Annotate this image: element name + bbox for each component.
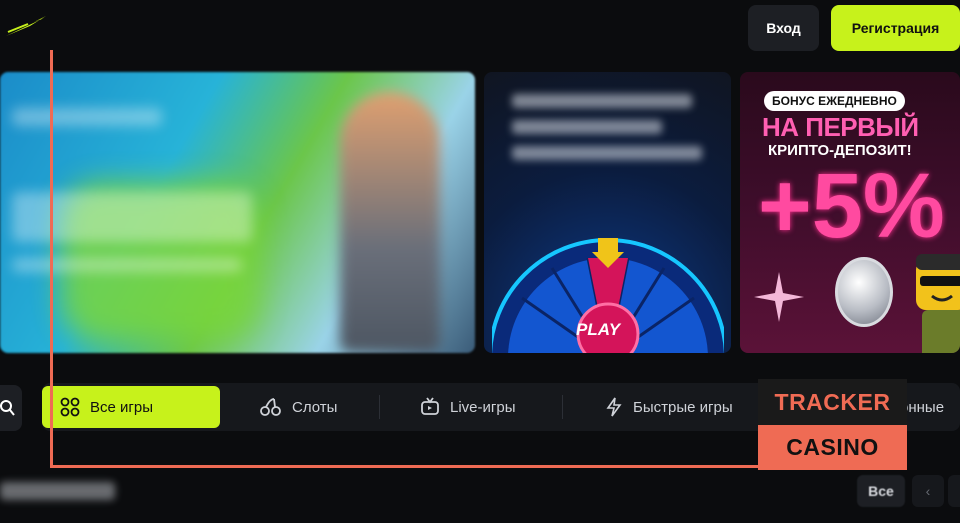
tab-label: Быстрые игры [633,398,733,416]
promo-banner-crypto[interactable]: БОНУС ЕЖЕДНЕВНО НА ПЕРВЫЙ КРИПТО-ДЕПОЗИТ… [740,72,960,353]
prev-button[interactable]: ‹ [912,475,944,507]
grid-icon [60,397,80,417]
tab-label: Слоты [292,398,338,416]
tab-label: Live-игры [450,398,516,416]
watermark-tracker: TRACKER [758,379,907,425]
banner-blurred-text [12,108,162,126]
banner-person-image [340,92,440,352]
logo-icon[interactable] [4,12,48,40]
promo-headline: НА ПЕРВЫЙ [762,112,919,142]
tab-divider [562,395,563,419]
watermark-casino: CASINO [758,425,907,470]
next-button[interactable]: › [948,475,960,507]
tv-icon [421,397,439,415]
promo-badge: БОНУС ЕЖЕДНЕВНО [764,91,905,111]
register-button[interactable]: Регистрация [831,5,960,51]
tab-all-games[interactable]: Все игры [42,386,220,428]
tab-divider [379,395,380,419]
search-button[interactable] [0,385,22,431]
coin-icon [835,257,893,327]
tab-fast-games[interactable]: Быстрые игры [605,386,733,428]
tab-label: Все игры [90,398,153,416]
banner-blurred-text [512,120,662,134]
sparkle-icon [754,272,804,322]
lightning-icon [606,397,622,417]
show-all-button[interactable]: Все [857,475,905,507]
section-title-blurred [0,482,115,500]
play-label: PLAY [576,320,621,339]
banner-blurred-text [12,258,242,272]
mascot-icon [916,254,960,353]
watermark-frame-line [50,465,760,468]
promo-banner-main[interactable] [0,72,475,353]
cherries-icon [260,398,281,416]
promo-percent: +5% [758,155,945,257]
watermark-frame-line [50,50,53,468]
search-icon [0,400,15,416]
login-button[interactable]: Вход [748,5,819,51]
banner-blurred-text [512,146,702,160]
banner-blurred-text [12,192,252,242]
casino-page: Вход Регистрация PLAY БОНУС ЕЖЕДНЕВНО НА… [0,0,960,523]
banner-blurred-text [512,94,692,108]
promo-banner-wheel[interactable]: PLAY [484,72,731,353]
tab-live-games[interactable]: Live-игры [420,386,516,428]
tab-slots[interactable]: Слоты [260,386,337,428]
